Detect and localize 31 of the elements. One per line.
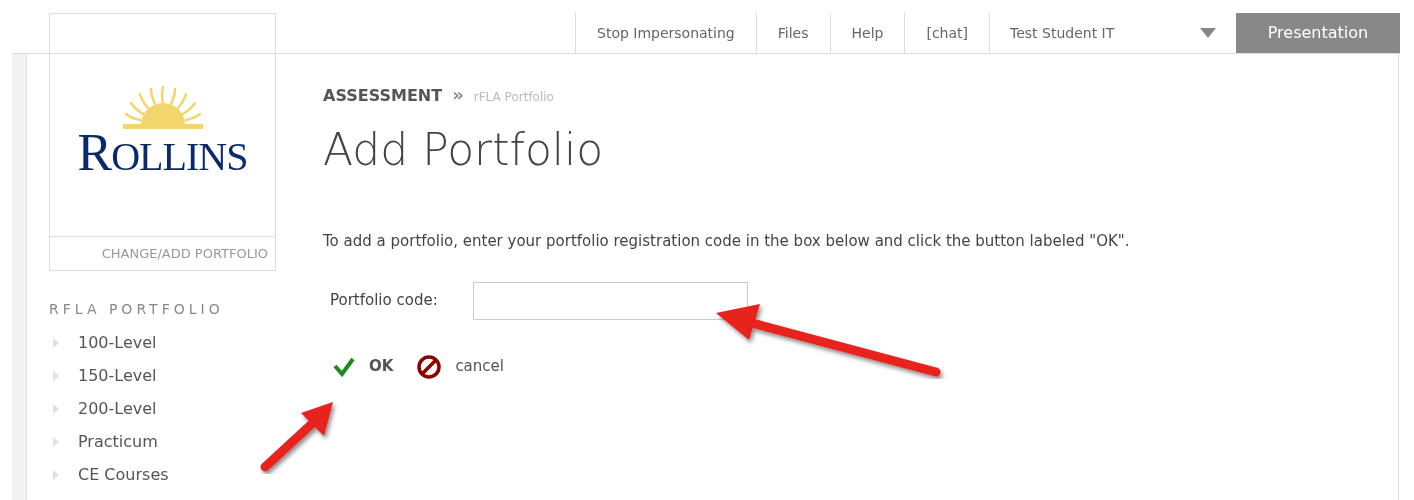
page-title: Add Portfolio: [323, 123, 605, 177]
breadcrumb-section[interactable]: ASSESSMENT: [323, 84, 443, 108]
breadcrumb-separator: »: [452, 83, 464, 107]
triangle-icon: [53, 370, 59, 381]
cancel-button[interactable]: cancel: [417, 354, 504, 379]
presentation-button[interactable]: Presentation: [1236, 13, 1400, 53]
triangle-icon: [53, 469, 59, 480]
user-menu[interactable]: Test Student IT: [990, 13, 1236, 53]
nav-link[interactable]: Files: [756, 13, 831, 53]
triangle-icon: [53, 337, 59, 348]
triangle-icon: [53, 403, 59, 414]
dropdown-icon: [1200, 28, 1216, 38]
ok-button[interactable]: OK: [333, 355, 394, 378]
sun-icon: [120, 85, 205, 129]
triangle-icon: [53, 436, 59, 447]
instructions-text: To add a portfolio, enter your portfolio registration code in the box below and click the button labeled "OK".: [323, 231, 1131, 252]
sidebar-item[interactable]: Practicum: [78, 429, 158, 454]
portfolio-code-field[interactable]: [473, 281, 748, 320]
prohibited-icon: [417, 354, 442, 379]
nav-link[interactable]: Stop Impersonating: [576, 13, 757, 53]
sidebar-item[interactable]: CE Courses: [78, 462, 169, 487]
sidebar-item[interactable]: 150-Level: [78, 363, 157, 388]
sidebar-item[interactable]: 100-Level: [78, 330, 157, 355]
sidebar-item[interactable]: 200-Level: [78, 396, 157, 421]
field-label: Portfolio code:: [330, 290, 439, 312]
logo-text: ROLLINS: [77, 127, 248, 179]
sidebar-heading: RFLA PORTFOLIO: [49, 300, 225, 319]
nav-link[interactable]: [chat]: [905, 13, 990, 53]
breadcrumb-current: rFLA Portfolio: [473, 89, 554, 106]
nav-link[interactable]: Help: [830, 13, 906, 53]
checkmark-icon: [333, 356, 355, 377]
